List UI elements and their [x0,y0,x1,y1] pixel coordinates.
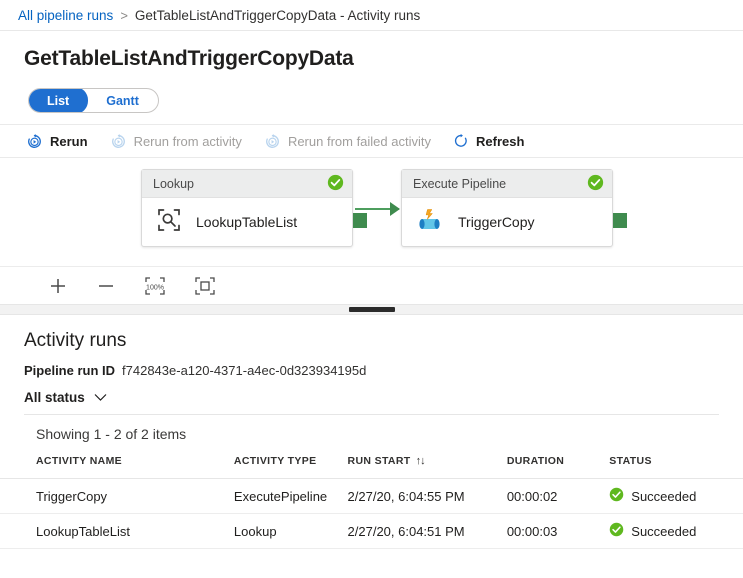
chevron-down-icon [94,390,107,405]
view-toggle-list[interactable]: List [28,88,88,113]
pipeline-canvas[interactable]: Lookup [0,158,743,266]
cell-status: Succeeded [609,479,743,514]
execute-pipeline-icon [416,206,444,239]
column-header-run-start[interactable]: RUN START ↑↓ [348,455,507,479]
zoom-to-100-icon[interactable]: 100% [144,276,166,296]
canvas-node-lookup[interactable]: Lookup [141,169,353,247]
status-label: Succeeded [631,489,696,504]
refresh-icon [453,133,469,149]
page-title: GetTableListAndTriggerCopyData [0,31,743,71]
cell-activity-type: ExecutePipeline [234,479,348,514]
cell-activity-name: LookupTableList [0,514,234,549]
lookup-magnifier-icon [156,207,182,238]
view-toggle: List Gantt [28,88,159,113]
filter-row: All status [24,390,719,415]
cell-duration: 00:00:03 [507,514,609,549]
status-filter-label: All status [24,390,85,405]
canvas-node-lookup-body: LookupTableList [142,198,352,246]
column-header-duration[interactable]: DURATION [507,455,609,479]
view-toggle-wrapper: List Gantt [0,71,743,113]
pipeline-run-id-value: f742843e-a120-4371-a4ec-0d323934195d [122,363,366,378]
refresh-button[interactable]: Refresh [453,133,524,149]
zoom-to-fit-icon[interactable] [194,276,216,296]
cell-activity-name: TriggerCopy [0,479,234,514]
svg-text:100%: 100% [146,284,164,291]
splitter-grip[interactable] [349,307,395,312]
breadcrumb-current: GetTableListAndTriggerCopyData - Activit… [135,8,420,23]
column-header-activity-name[interactable]: ACTIVITY NAME [0,455,234,479]
table-header-row: ACTIVITY NAME ACTIVITY TYPE RUN START↑↓ … [0,455,743,479]
rerun-from-failed-activity-label: Rerun from failed activity [288,134,431,149]
activity-runs-heading: Activity runs [0,315,743,352]
activity-runs-page: All pipeline runs > GetTableListAndTrigg… [0,0,743,578]
breadcrumb-separator: > [120,8,128,23]
status-success-icon [609,487,624,505]
activity-runs-panel: Activity runs Pipeline run ID f742843e-a… [0,315,743,549]
canvas-node-execute-pipeline-type: Execute Pipeline [413,177,506,191]
table-row[interactable]: TriggerCopy ExecutePipeline 2/27/20, 6:0… [0,479,743,514]
cell-run-start: 2/27/20, 6:04:51 PM [348,514,507,549]
pipeline-run-id-row: Pipeline run ID f742843e-a120-4371-a4ec-… [0,352,743,378]
breadcrumb: All pipeline runs > GetTableListAndTrigg… [0,0,743,31]
canvas-zoom-toolbar: 100% [0,266,743,304]
cell-run-start: 2/27/20, 6:04:55 PM [348,479,507,514]
status-filter-dropdown[interactable]: All status [24,390,107,405]
rerun-from-failed-activity-button: Rerun from failed activity [264,133,431,150]
canvas-node-lookup-type: Lookup [153,177,194,191]
canvas-connector-arrow [390,202,400,216]
canvas-node-lookup-header: Lookup [142,170,352,198]
canvas-node-execute-pipeline-header: Execute Pipeline [402,170,612,198]
pipeline-run-id-label: Pipeline run ID [24,363,115,378]
view-toggle-gantt[interactable]: Gantt [87,88,158,113]
rerun-from-activity-icon [110,133,127,150]
cell-activity-type: Lookup [234,514,348,549]
column-header-activity-type[interactable]: ACTIVITY TYPE [234,455,348,479]
rerun-from-failed-activity-icon [264,133,281,150]
showing-count: Showing 1 - 2 of 2 items [0,415,743,442]
success-check-icon [327,174,344,194]
canvas-node-lookup-output-port[interactable] [353,213,367,228]
panel-splitter[interactable] [0,304,743,315]
canvas-node-execute-pipeline-output-port[interactable] [613,213,627,228]
success-check-icon [587,174,604,194]
zoom-out-icon[interactable] [96,276,116,296]
rerun-from-activity-button: Rerun from activity [110,133,242,150]
column-header-run-start-label: RUN START [348,455,411,467]
rerun-icon [26,133,43,150]
rerun-from-activity-label: Rerun from activity [134,134,242,149]
command-bar: Rerun Rerun from activity [0,124,743,158]
canvas-node-execute-pipeline-name: TriggerCopy [458,214,535,230]
cell-status: Succeeded [609,514,743,549]
column-header-status[interactable]: STATUS [609,455,743,479]
status-success-icon [609,522,624,540]
canvas-node-execute-pipeline-body: TriggerCopy [402,198,612,246]
sort-arrows-icon[interactable]: ↑↓ [416,455,425,467]
canvas-node-execute-pipeline[interactable]: Execute Pipeline Tri [401,169,613,247]
cell-duration: 00:00:02 [507,479,609,514]
activity-runs-table: ACTIVITY NAME ACTIVITY TYPE RUN START↑↓ … [0,455,743,549]
status-label: Succeeded [631,524,696,539]
zoom-in-icon[interactable] [48,276,68,296]
refresh-label: Refresh [476,134,524,149]
breadcrumb-all-pipeline-runs-link[interactable]: All pipeline runs [18,8,113,23]
table-row[interactable]: LookupTableList Lookup 2/27/20, 6:04:51 … [0,514,743,549]
rerun-button[interactable]: Rerun [26,133,88,150]
canvas-node-lookup-name: LookupTableList [196,214,297,230]
rerun-label: Rerun [50,134,88,149]
